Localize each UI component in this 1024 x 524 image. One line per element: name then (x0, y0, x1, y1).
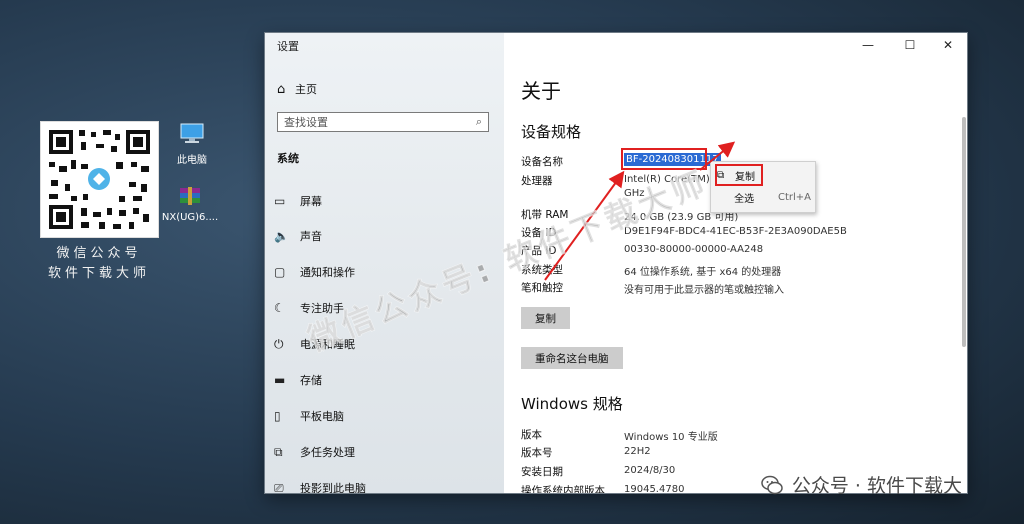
spec-value: 00330-80000-00000-AA248 (624, 244, 764, 255)
about-content: — ☐ ✕ 关于 设备规格 设备名称 BF-202408301117 处理器 I… (504, 33, 967, 493)
sidebar-section-system: 系统 (277, 152, 299, 165)
multitask-icon: ⧉ (274, 444, 283, 459)
search-input[interactable]: 查找设置 ⌕ (277, 112, 489, 132)
sidebar-home-label: 主页 (295, 83, 317, 96)
spec-value: 没有可用于此显示器的笔或触控输入 (624, 285, 784, 296)
spec-key: 版本 (521, 429, 542, 441)
qr-code-icon (49, 130, 150, 229)
monitor-icon: ▭ (274, 194, 286, 208)
sidebar-item-sound[interactable]: 🔈 声音 (274, 225, 322, 247)
sidebar-item-label: 平板电脑 (300, 410, 344, 423)
spec-key: 操作系统内部版本 (521, 485, 605, 493)
spec-key: 版本号 (521, 447, 553, 459)
sidebar-item-label: 多任务处理 (300, 446, 355, 459)
close-button[interactable]: ✕ (933, 36, 963, 54)
spec-key: 安装日期 (521, 466, 563, 478)
spec-value: 2024/8/30 (624, 465, 676, 476)
sidebar-item-label: 存储 (300, 374, 322, 387)
spec-key: 处理器 (521, 175, 553, 187)
tablet-icon: ▯ (274, 409, 281, 423)
spec-value: 19045.4780 (624, 484, 685, 493)
context-menu-label: 全选 (734, 193, 755, 205)
windows-specs-heading: Windows 规格 (521, 395, 623, 413)
speaker-icon: 🔈 (274, 229, 289, 243)
desktop-icon-label: 此电脑 (177, 155, 207, 166)
spec-key: 笔和触控 (521, 282, 563, 294)
page-title: 关于 (521, 79, 561, 103)
search-placeholder: 查找设置 (284, 116, 328, 129)
sidebar-item-tablet[interactable]: ▯ 平板电脑 (274, 405, 344, 427)
minimize-button[interactable]: — (853, 36, 883, 54)
highlight-box-copy (715, 164, 763, 186)
spec-value: 22H2 (624, 446, 651, 457)
winrar-archive-icon (180, 187, 200, 205)
sidebar-item-label: 屏幕 (300, 195, 322, 208)
sidebar-item-label: 声音 (300, 230, 322, 243)
project-icon: ⎚ (274, 480, 284, 494)
spec-value: Windows 10 专业版 (624, 432, 718, 443)
sidebar-item-projecting[interactable]: ⎚ 投影到此电脑 (274, 477, 366, 494)
qr-caption-line1: 微信公众号 (56, 246, 142, 261)
qr-caption-line2: 软件下载大师 (47, 266, 150, 281)
context-menu-select-all[interactable]: 全选 Ctrl+A (717, 188, 811, 206)
device-specs-heading: 设备规格 (521, 123, 582, 141)
rename-pc-button[interactable]: 重命名这台电脑 (521, 347, 623, 369)
sidebar-item-label: 通知和操作 (300, 266, 355, 279)
sidebar-item-notifications[interactable]: ▢ 通知和操作 (274, 261, 355, 283)
copy-button[interactable]: 复制 (521, 307, 570, 329)
nx-archive-desktop-icon[interactable]: NX(UG)6.... (160, 186, 220, 223)
notification-icon: ▢ (274, 265, 286, 279)
spec-value: 64 位操作系统, 基于 x64 的处理器 (624, 267, 782, 278)
computer-icon (180, 123, 204, 143)
footer-watermark-text: 公众号 · 软件下载大 (791, 475, 962, 497)
desktop-icon-label: NX(UG)6.... (161, 212, 219, 223)
sidebar-item-storage[interactable]: ▬ 存储 (274, 369, 322, 391)
wechat-icon (761, 475, 783, 494)
home-icon: ⌂ (277, 81, 286, 97)
spec-value: D9E1F94F-BDC4-41EC-B53F-2E3A090DAE5B (624, 226, 847, 237)
this-pc-desktop-icon[interactable]: 此电脑 (162, 123, 222, 166)
context-menu-shortcut: Ctrl+A (777, 191, 811, 203)
maximize-button[interactable]: ☐ (895, 36, 925, 54)
scrollbar[interactable] (962, 117, 966, 347)
footer-watermark: 公众号 · 软件下载大 (760, 471, 962, 498)
moon-icon: ☾ (274, 301, 285, 315)
storage-icon: ▬ (274, 373, 286, 387)
settings-window: 设置 ⌂ 主页 查找设置 ⌕ 系统 ▭ 屏幕 🔈 声音 ▢ 通知和操作 ☾ 专注… (265, 33, 967, 493)
sidebar-item-display[interactable]: ▭ 屏幕 (274, 190, 322, 212)
sidebar-item-multitasking[interactable]: ⧉ 多任务处理 (274, 441, 355, 463)
sidebar-item-label: 投影到此电脑 (300, 482, 366, 493)
window-title: 设置 (277, 40, 299, 53)
power-icon: ⏻ (274, 336, 284, 351)
context-menu: ⧉ 复制 全选 Ctrl+A (710, 161, 816, 213)
search-icon: ⌕ (475, 115, 482, 128)
qr-code-image (40, 121, 159, 238)
spec-key: 设备名称 (521, 156, 563, 168)
sidebar-home[interactable]: ⌂ 主页 (277, 80, 317, 98)
